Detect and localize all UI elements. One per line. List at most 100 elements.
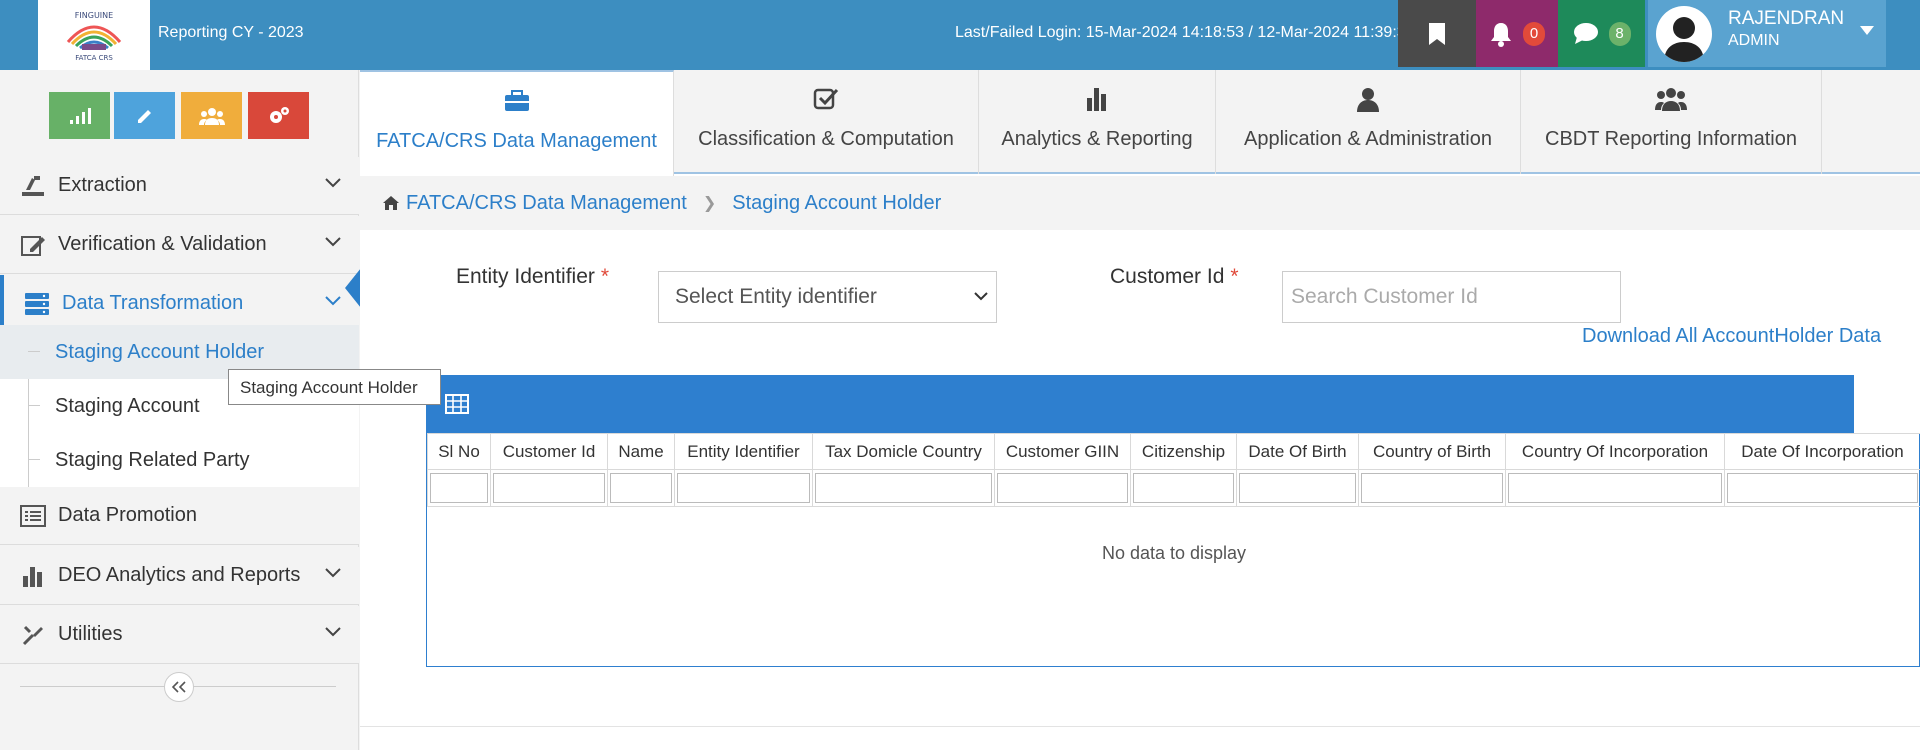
sidebar-subitem-label: Staging Account [55,394,200,417]
bookmark-button[interactable] [1398,0,1476,67]
sidebar-item-extraction[interactable]: Extraction [0,157,359,215]
column-header[interactable]: Name [607,433,675,470]
list-icon [18,501,48,531]
column-header[interactable]: Date Of Birth [1236,433,1359,470]
collapse-sidebar-button[interactable] [164,672,194,702]
sidebar-item-label: Data Promotion [58,504,197,526]
column-header[interactable]: Customer GIIN [994,433,1131,470]
sidebar-submenu: Staging Account Holder Staging Account S… [0,325,359,487]
download-all-accountholder-link[interactable]: Download All AccountHolder Data [1582,325,1881,348]
tab-label: Analytics & Reporting [1001,128,1193,150]
sidebar-item-label: Utilities [58,623,123,645]
filter-input[interactable] [1508,473,1722,503]
column-header[interactable]: Country of Birth [1358,433,1506,470]
caret-down-icon [1860,26,1874,35]
column-header[interactable]: Customer Id [490,433,608,470]
tab-classification-computation[interactable]: Classification & Computation [674,70,979,174]
bar-chart-icon [1085,86,1109,112]
users-icon [198,107,225,125]
logo-icon: FINGUINE FATCA CRS [66,11,122,62]
messages-button[interactable]: 8 [1558,0,1645,67]
tab-label: Application & Administration [1244,128,1492,150]
grid-filter-row [427,469,1920,507]
sidebar-item-deo-analytics[interactable]: DEO Analytics and Reports [0,547,359,605]
notifications-badge: 0 [1523,21,1545,46]
table-icon[interactable] [445,394,469,414]
user-name: RAJENDRAN [1728,8,1845,29]
app-logo[interactable]: FINGUINE FATCA CRS [38,0,150,70]
chevron-down-icon [325,237,341,247]
grid-header-row: Sl No Customer Id Name Entity Identifier… [427,433,1920,470]
svg-text:FATCA CRS: FATCA CRS [75,54,113,62]
quick-settings-button[interactable] [248,92,309,139]
sidebar-item-utilities[interactable]: Utilities [0,606,359,664]
signal-icon [69,107,91,124]
filter-input[interactable] [610,473,672,503]
messages-badge: 8 [1608,21,1631,46]
tab-label: CBDT Reporting Information [1545,128,1797,150]
entity-identifier-label: Entity Identifier * [456,265,610,288]
bar-chart-icon [18,561,48,591]
active-pointer [345,268,361,308]
filter-input[interactable] [1727,473,1918,503]
tab-analytics-reporting[interactable]: Analytics & Reporting [979,70,1216,174]
entity-identifier-select[interactable]: Select Entity identifier [658,271,997,323]
quick-edit-button[interactable] [114,92,175,139]
sidebar-item-label: Extraction [58,174,147,196]
column-header[interactable]: Tax Domicle Country [812,433,995,470]
filter-input[interactable] [1361,473,1503,503]
chevron-down-icon [325,627,341,637]
grid-toolbar [426,375,1854,433]
sidebar-subitem-staging-related-party[interactable]: Staging Related Party [0,433,359,487]
filter-input[interactable] [997,473,1128,503]
server-icon [22,289,52,319]
bookmark-icon [1429,22,1445,45]
filter-input[interactable] [1239,473,1356,503]
filter-input[interactable] [815,473,992,503]
gears-icon [269,106,289,123]
double-chevron-left-icon [172,681,186,693]
tab-fatca-crs-data-management[interactable]: FATCA/CRS Data Management [360,70,674,176]
extraction-icon [18,171,48,201]
quick-dashboard-button[interactable] [49,92,110,139]
filter-input[interactable] [493,473,605,503]
notifications-button[interactable]: 0 [1476,0,1558,67]
chevron-down-icon [325,568,341,578]
breadcrumb: FATCA/CRS Data Management ❯ Staging Acco… [360,176,1920,230]
chevron-down-icon [325,296,341,306]
column-header[interactable]: Sl No [427,433,491,470]
tab-label: FATCA/CRS Data Management [376,130,657,152]
tab-application-administration[interactable]: Application & Administration [1216,70,1521,174]
edit-icon [18,230,48,260]
chevron-down-icon [974,292,988,301]
filter-input[interactable] [1133,473,1234,503]
column-header[interactable]: Country Of Incorporation [1505,433,1725,470]
check-square-icon [813,86,839,112]
breadcrumb-separator-icon: ❯ [702,195,717,212]
quick-users-button[interactable] [181,92,242,139]
bell-icon [1491,22,1511,47]
login-info: Last/Failed Login: 15-Mar-2024 14:18:53 … [955,24,1415,41]
user-menu[interactable]: RAJENDRAN ADMIN [1648,0,1886,67]
home-icon[interactable] [382,195,400,211]
sidebar-item-label: DEO Analytics and Reports [58,564,301,586]
filter-input[interactable] [430,473,488,503]
tooltip: Staging Account Holder [228,369,441,405]
tools-icon [18,620,48,650]
svg-text:FINGUINE: FINGUINE [75,11,113,20]
sidebar-item-verification[interactable]: Verification & Validation [0,216,359,274]
column-header[interactable]: Citizenship [1130,433,1237,470]
tab-cbdt-reporting-information[interactable]: CBDT Reporting Information [1521,70,1822,174]
module-tabs: FATCA/CRS Data Management Classification… [360,70,1920,176]
customer-id-search-input[interactable]: Search Customer Id [1282,271,1621,323]
breadcrumb-current: Staging Account Holder [732,191,942,214]
column-header[interactable]: Entity Identifier [674,433,813,470]
customer-id-label: Customer Id * [1110,265,1239,288]
user-role: ADMIN [1728,32,1780,49]
user-icon [1355,86,1381,112]
sidebar-item-data-promotion[interactable]: Data Promotion [0,487,359,545]
reporting-year: Reporting CY - 2023 [158,24,304,41]
filter-input[interactable] [677,473,810,503]
breadcrumb-parent-link[interactable]: FATCA/CRS Data Management [406,192,687,215]
column-header[interactable]: Date Of Incorporation [1724,433,1920,470]
